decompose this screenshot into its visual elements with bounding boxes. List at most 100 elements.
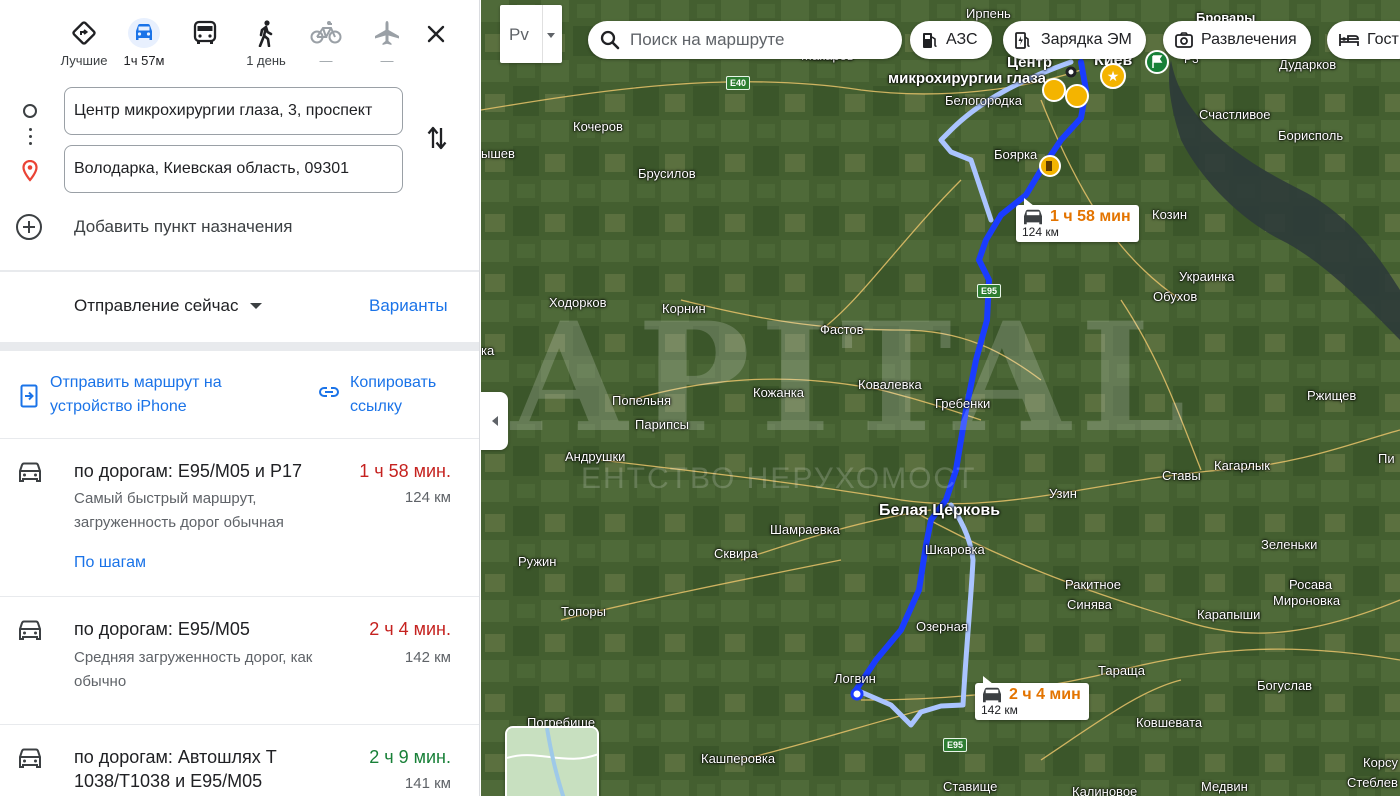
chip-entertainment[interactable]: Развлечения xyxy=(1163,21,1311,59)
place-label[interactable]: Калиновое xyxy=(1072,784,1137,796)
send-to-iphone-link[interactable]: Отправить маршрут на устройство iPhone xyxy=(50,371,280,419)
place-label[interactable]: Боярка xyxy=(994,147,1037,162)
place-label[interactable]: Синява xyxy=(1067,597,1112,612)
place-label[interactable]: Кочеров xyxy=(573,119,623,134)
mode-bike[interactable]: — xyxy=(298,16,354,68)
chip-hotels[interactable]: Гост xyxy=(1327,21,1400,59)
place-label[interactable]: Тараща xyxy=(1098,663,1145,678)
place-label[interactable]: Кожанка xyxy=(753,385,804,400)
place-label[interactable]: Карапыши xyxy=(1197,607,1260,622)
route-description: Самый быстрый маршрут, загруженность дор… xyxy=(74,490,284,531)
place-label[interactable]: Борисполь xyxy=(1278,128,1343,143)
place-label[interactable]: Росава xyxy=(1289,577,1332,592)
chip-gas-stations[interactable]: АЗС xyxy=(910,21,992,59)
place-label[interactable]: Ржищев xyxy=(1307,388,1356,403)
mode-walk[interactable]: 1 день xyxy=(238,16,294,68)
place-label[interactable]: Ружин xyxy=(518,554,556,569)
map-canvas[interactable]: APITAL ЕНТСТВО НЕРУХОМОСТ E40 E95 E95 Ир… xyxy=(481,0,1400,796)
destination-input[interactable]: Володарка, Киевская область, 09301 xyxy=(64,145,403,193)
place-label[interactable]: Попельня xyxy=(612,393,671,408)
place-label[interactable]: Стеблев xyxy=(1347,775,1398,790)
route-duration: 2 ч 4 мин. xyxy=(369,619,451,639)
travel-modes: Лучшие 1ч 57м 1 день — — xyxy=(0,0,479,80)
place-label[interactable]: ышев xyxy=(481,146,515,161)
collapse-panel-button[interactable] xyxy=(481,392,508,450)
place-label[interactable]: Белая Церковь xyxy=(879,502,1000,520)
route-duration: 1 ч 58 мин. xyxy=(359,461,451,481)
place-label[interactable]: Пи xyxy=(1378,451,1395,466)
place-label[interactable]: Шамраевка xyxy=(770,522,840,537)
input-tools-button[interactable]: Рv xyxy=(500,5,562,63)
place-label[interactable]: Топоры xyxy=(561,604,606,619)
mode-car[interactable]: 1ч 57м xyxy=(116,16,172,68)
destination-pin-icon xyxy=(22,160,38,182)
place-label[interactable]: Мироновка xyxy=(1273,593,1340,608)
star-marker-icon xyxy=(1065,84,1089,108)
place-label[interactable]: Ковшевата xyxy=(1136,715,1202,730)
place-label[interactable]: Корсу xyxy=(1363,755,1398,770)
place-label[interactable]: Медвин xyxy=(1201,779,1248,794)
gas-pump-icon xyxy=(923,33,937,48)
place-label[interactable]: Андрушки xyxy=(565,449,625,464)
swap-waypoints-button[interactable] xyxy=(424,124,450,152)
walking-icon xyxy=(238,16,294,50)
close-directions-button[interactable] xyxy=(418,18,454,50)
place-label[interactable]: ка xyxy=(481,343,494,358)
search-icon xyxy=(600,30,620,50)
place-label[interactable]: Ракитное xyxy=(1065,577,1121,592)
place-label[interactable]: Шкаровка xyxy=(925,542,985,557)
place-label[interactable]: Украинка xyxy=(1179,269,1234,284)
copy-link-button[interactable]: Копировать ссылку xyxy=(350,371,470,419)
place-label[interactable]: Кашперовка xyxy=(701,751,775,766)
place-label[interactable]: Ковалевка xyxy=(858,377,922,392)
place-label[interactable]: Ходорков xyxy=(549,295,606,310)
place-label[interactable]: Сквира xyxy=(714,546,758,561)
origin-input[interactable]: Центр микрохирургии глаза, 3, проспект xyxy=(64,87,403,135)
place-label[interactable]: Корнин xyxy=(662,301,706,316)
place-label[interactable]: Богуслав xyxy=(1257,678,1312,693)
place-label[interactable]: Счастливое xyxy=(1199,107,1270,122)
eta-label-primary[interactable]: 1 ч 58 мин 124 км xyxy=(1016,198,1139,242)
add-destination-button[interactable]: Добавить пункт назначения xyxy=(16,214,292,240)
place-label[interactable]: Ирпень xyxy=(966,6,1011,21)
place-label[interactable]: Фастов xyxy=(820,322,864,337)
search-along-route-input[interactable]: Поиск на маршруте xyxy=(588,21,902,59)
best-route-icon xyxy=(56,16,112,50)
step-by-step-link[interactable]: По шагам xyxy=(74,554,146,572)
route-option[interactable]: по дорогам: E95/M05 2 ч 4 мин. 142 км Ср… xyxy=(0,597,479,725)
car-icon xyxy=(983,687,1001,703)
mode-best[interactable]: Лучшие xyxy=(56,16,112,68)
place-label[interactable]: Дударков xyxy=(1279,57,1336,72)
departure-time-dropdown[interactable]: Отправление сейчас xyxy=(74,296,263,316)
place-label[interactable]: Парипсы xyxy=(635,417,689,432)
place-label[interactable]: Ставы xyxy=(1162,468,1201,483)
camera-icon xyxy=(1175,32,1193,48)
route-options-button[interactable]: Варианты xyxy=(369,296,448,316)
chevron-left-icon xyxy=(491,416,498,426)
eta-label-alternate[interactable]: 2 ч 4 мин 142 км xyxy=(975,676,1089,720)
chip-label: Зарядка ЭМ xyxy=(1041,31,1132,48)
chip-ev-charging[interactable]: Зарядка ЭМ xyxy=(1003,21,1146,59)
place-label[interactable]: Козин xyxy=(1152,207,1187,222)
place-label[interactable]: Брусилов xyxy=(638,166,696,181)
place-label[interactable]: Узин xyxy=(1049,486,1077,501)
place-label[interactable]: Гребенки xyxy=(935,396,990,411)
mode-transit[interactable] xyxy=(177,16,233,53)
place-label[interactable]: Белогородка xyxy=(945,93,1022,108)
place-label[interactable]: Кагарлык xyxy=(1214,458,1270,473)
route-option[interactable]: по дорогам: E95/M05 и P17 1 ч 58 мин. 12… xyxy=(0,439,479,597)
route-distance: 141 км xyxy=(404,775,451,792)
close-icon xyxy=(427,25,445,43)
mode-flight[interactable]: — xyxy=(359,16,415,68)
airplane-icon xyxy=(359,16,415,50)
layers-thumbnail-button[interactable] xyxy=(505,726,599,796)
place-label[interactable]: Озерная xyxy=(916,619,968,634)
place-label[interactable]: Зеленьки xyxy=(1261,537,1317,552)
car-icon xyxy=(116,16,172,50)
place-label[interactable]: Ставище xyxy=(943,779,997,794)
place-label[interactable]: Обухов xyxy=(1153,289,1197,304)
place-label[interactable]: микрохирургии глаза xyxy=(888,70,1046,87)
eta-distance: 142 км xyxy=(981,703,1018,717)
route-option[interactable]: по дорогам: Автошлях T 1038/T1038 и E95/… xyxy=(0,725,479,796)
mode-bike-label: — xyxy=(319,53,333,68)
